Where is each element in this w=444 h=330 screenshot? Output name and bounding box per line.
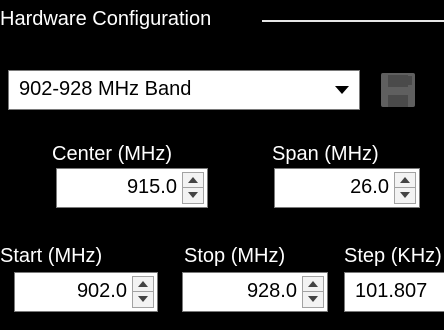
span-spin-buttons[interactable]	[394, 172, 416, 204]
stop-spinbox[interactable]: 928.0	[182, 272, 328, 312]
floppy-disk-icon[interactable]	[378, 70, 418, 110]
step-clip-area: Step (KHz) 101.807	[344, 240, 444, 330]
arrow-down-icon	[308, 296, 318, 302]
band-select-value: 902-928 MHz Band	[19, 78, 192, 100]
step-spinbox[interactable]: 101.807	[344, 272, 444, 312]
step-label: Step (KHz)	[344, 245, 442, 267]
step-value: 101.807	[355, 280, 428, 302]
spin-down-button[interactable]	[183, 188, 203, 203]
start-value: 902.0	[76, 280, 127, 302]
spin-up-button[interactable]	[183, 173, 203, 188]
start-spin-buttons[interactable]	[132, 276, 154, 308]
center-label: Center (MHz)	[52, 143, 173, 165]
group-title: Hardware Configuration	[0, 8, 212, 30]
group-divider	[262, 20, 444, 22]
spin-down-button[interactable]	[303, 292, 323, 307]
arrow-up-icon	[188, 177, 198, 183]
stop-spin-buttons[interactable]	[302, 276, 324, 308]
spin-up-button[interactable]	[395, 173, 415, 188]
arrow-down-icon	[400, 192, 410, 198]
arrow-up-icon	[400, 177, 410, 183]
center-value: 915.0	[126, 176, 177, 198]
spin-up-button[interactable]	[133, 277, 153, 292]
start-label: Start (MHz)	[0, 245, 103, 267]
arrow-down-icon	[188, 192, 198, 198]
center-spinbox[interactable]: 915.0	[56, 168, 208, 208]
stop-label: Stop (MHz)	[184, 245, 286, 267]
spin-down-button[interactable]	[133, 292, 153, 307]
arrow-down-icon	[138, 296, 148, 302]
start-spinbox[interactable]: 902.0	[14, 272, 158, 312]
spin-up-button[interactable]	[303, 277, 323, 292]
center-spin-buttons[interactable]	[182, 172, 204, 204]
chevron-down-icon[interactable]	[335, 86, 349, 94]
stop-value: 928.0	[246, 280, 297, 302]
span-spinbox[interactable]: 26.0	[274, 168, 420, 208]
spin-down-button[interactable]	[395, 188, 415, 203]
arrow-up-icon	[138, 281, 148, 287]
span-label: Span (MHz)	[272, 143, 379, 165]
band-select[interactable]: 902-928 MHz Band	[8, 70, 360, 110]
span-value: 26.0	[350, 176, 389, 198]
arrow-up-icon	[308, 281, 318, 287]
